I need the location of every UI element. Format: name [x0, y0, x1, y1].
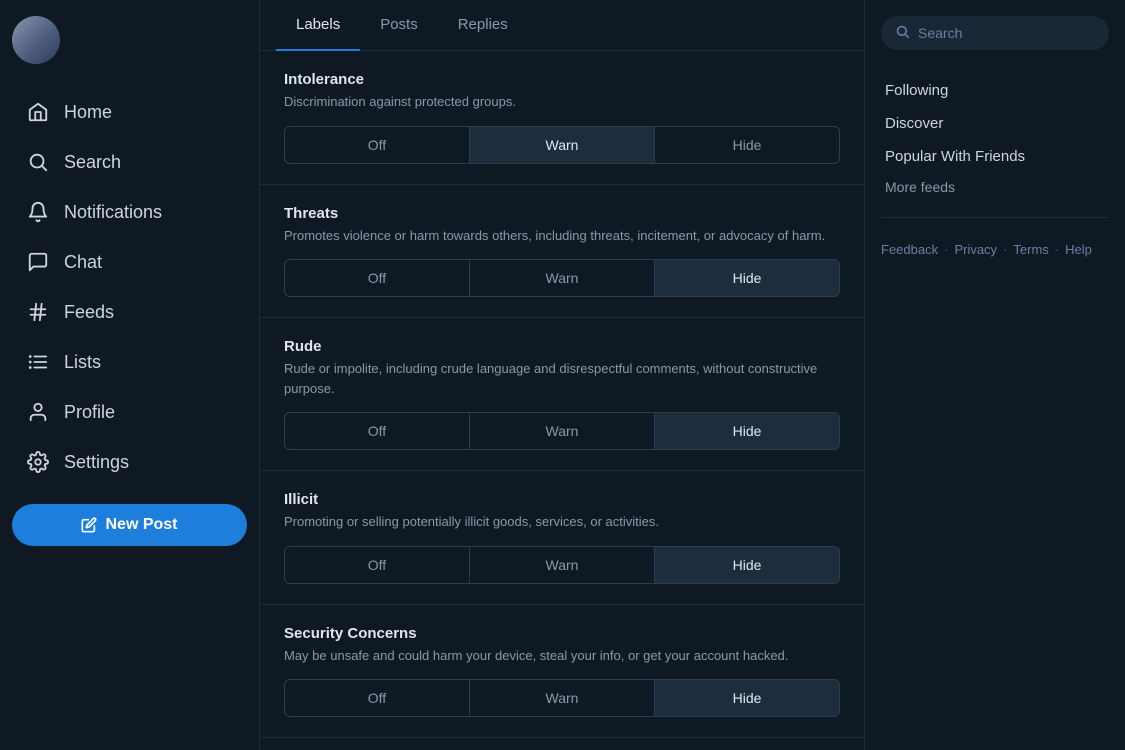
rude-toggle-group: Off Warn Hide — [284, 412, 840, 450]
right-nav-popular-with-friends[interactable]: Popular With Friends — [881, 140, 1109, 173]
list-icon — [26, 350, 50, 374]
tab-posts[interactable]: Posts — [360, 0, 438, 51]
footer-privacy[interactable]: Privacy — [954, 242, 997, 257]
illicit-toggle-group: Off Warn Hide — [284, 546, 840, 584]
right-nav-following[interactable]: Following — [881, 74, 1109, 107]
footer-terms[interactable]: Terms — [1013, 242, 1048, 257]
rude-title: Rude — [284, 338, 840, 355]
sidebar-item-chat-label: Chat — [64, 252, 102, 273]
rude-section: Rude Rude or impolite, including crude l… — [260, 318, 864, 471]
illicit-desc: Promoting or selling potentially illicit… — [284, 512, 840, 532]
new-post-button[interactable]: New Post — [12, 504, 247, 546]
home-icon — [26, 100, 50, 124]
sidebar-item-lists-label: Lists — [64, 352, 101, 373]
footer-help[interactable]: Help — [1065, 242, 1092, 257]
threats-hide-btn[interactable]: Hide — [655, 260, 839, 296]
intolerance-desc: Discrimination against protected groups. — [284, 92, 840, 112]
illicit-warn-btn[interactable]: Warn — [470, 547, 655, 583]
rude-hide-btn[interactable]: Hide — [655, 413, 839, 449]
security-concerns-toggle-group: Off Warn Hide — [284, 679, 840, 717]
person-icon — [26, 400, 50, 424]
security-concerns-hide-btn[interactable]: Hide — [655, 680, 839, 716]
rude-off-btn[interactable]: Off — [285, 413, 470, 449]
sidebar-item-home[interactable]: Home — [12, 88, 247, 136]
intolerance-off-btn[interactable]: Off — [285, 127, 470, 163]
new-post-label: New Post — [105, 516, 177, 534]
illicit-off-btn[interactable]: Off — [285, 547, 470, 583]
sidebar-item-settings[interactable]: Settings — [12, 438, 247, 486]
footer-dot-1: · — [944, 242, 948, 257]
threats-toggle-group: Off Warn Hide — [284, 259, 840, 297]
chat-icon — [26, 250, 50, 274]
security-concerns-section: Security Concerns May be unsafe and coul… — [260, 605, 864, 739]
sidebar-item-search-label: Search — [64, 152, 121, 173]
hash-icon — [26, 300, 50, 324]
search-box[interactable] — [881, 16, 1109, 50]
labels-content: Intolerance Discrimination against prote… — [260, 51, 864, 750]
sidebar-item-feeds-label: Feeds — [64, 302, 114, 323]
footer-links: Feedback · Privacy · Terms · Help — [881, 242, 1109, 257]
edit-icon — [81, 517, 97, 533]
sidebar-item-profile[interactable]: Profile — [12, 388, 247, 436]
gear-icon — [26, 450, 50, 474]
right-sidebar: Following Discover Popular With Friends … — [865, 0, 1125, 750]
right-nav-discover[interactable]: Discover — [881, 107, 1109, 140]
avatar[interactable] — [12, 16, 60, 64]
threats-desc: Promotes violence or harm towards others… — [284, 226, 840, 246]
intolerance-warn-btn[interactable]: Warn — [470, 127, 655, 163]
security-concerns-warn-btn[interactable]: Warn — [470, 680, 655, 716]
intolerance-section: Intolerance Discrimination against prote… — [260, 51, 864, 185]
security-concerns-off-btn[interactable]: Off — [285, 680, 470, 716]
main-content: Labels Posts Replies Intolerance Discrim… — [260, 0, 865, 750]
threats-title: Threats — [284, 205, 840, 222]
footer-dot-3: · — [1055, 242, 1059, 257]
tabs-bar: Labels Posts Replies — [260, 0, 864, 51]
unsafe-link-section: Unsafe link Links to harmful sites with … — [260, 738, 864, 750]
sidebar: Home Search Notifications Chat — [0, 0, 260, 750]
sidebar-item-notifications[interactable]: Notifications — [12, 188, 247, 236]
illicit-section: Illicit Promoting or selling potentially… — [260, 471, 864, 605]
security-concerns-desc: May be unsafe and could harm your device… — [284, 646, 840, 666]
sidebar-item-settings-label: Settings — [64, 452, 129, 473]
search-icon — [26, 150, 50, 174]
sidebar-item-lists[interactable]: Lists — [12, 338, 247, 386]
threats-off-btn[interactable]: Off — [285, 260, 470, 296]
intolerance-toggle-group: Off Warn Hide — [284, 126, 840, 164]
right-nav-more-feeds[interactable]: More feeds — [881, 173, 1109, 201]
sidebar-item-search[interactable]: Search — [12, 138, 247, 186]
search-icon-right — [895, 24, 910, 42]
rude-warn-btn[interactable]: Warn — [470, 413, 655, 449]
intolerance-title: Intolerance — [284, 71, 840, 88]
sidebar-item-profile-label: Profile — [64, 402, 115, 423]
illicit-hide-btn[interactable]: Hide — [655, 547, 839, 583]
threats-section: Threats Promotes violence or harm toward… — [260, 185, 864, 319]
tab-replies[interactable]: Replies — [438, 0, 528, 51]
sidebar-item-chat[interactable]: Chat — [12, 238, 247, 286]
threats-warn-btn[interactable]: Warn — [470, 260, 655, 296]
bell-icon — [26, 200, 50, 224]
footer-feedback[interactable]: Feedback — [881, 242, 938, 257]
tab-labels[interactable]: Labels — [276, 0, 360, 51]
sidebar-item-notifications-label: Notifications — [64, 202, 162, 223]
illicit-title: Illicit — [284, 491, 840, 508]
sidebar-item-home-label: Home — [64, 102, 112, 123]
rude-desc: Rude or impolite, including crude langua… — [284, 359, 840, 398]
divider — [881, 217, 1109, 218]
security-concerns-title: Security Concerns — [284, 625, 840, 642]
sidebar-item-feeds[interactable]: Feeds — [12, 288, 247, 336]
footer-dot-2: · — [1003, 242, 1007, 257]
search-input[interactable] — [918, 25, 1095, 41]
intolerance-hide-btn[interactable]: Hide — [655, 127, 839, 163]
